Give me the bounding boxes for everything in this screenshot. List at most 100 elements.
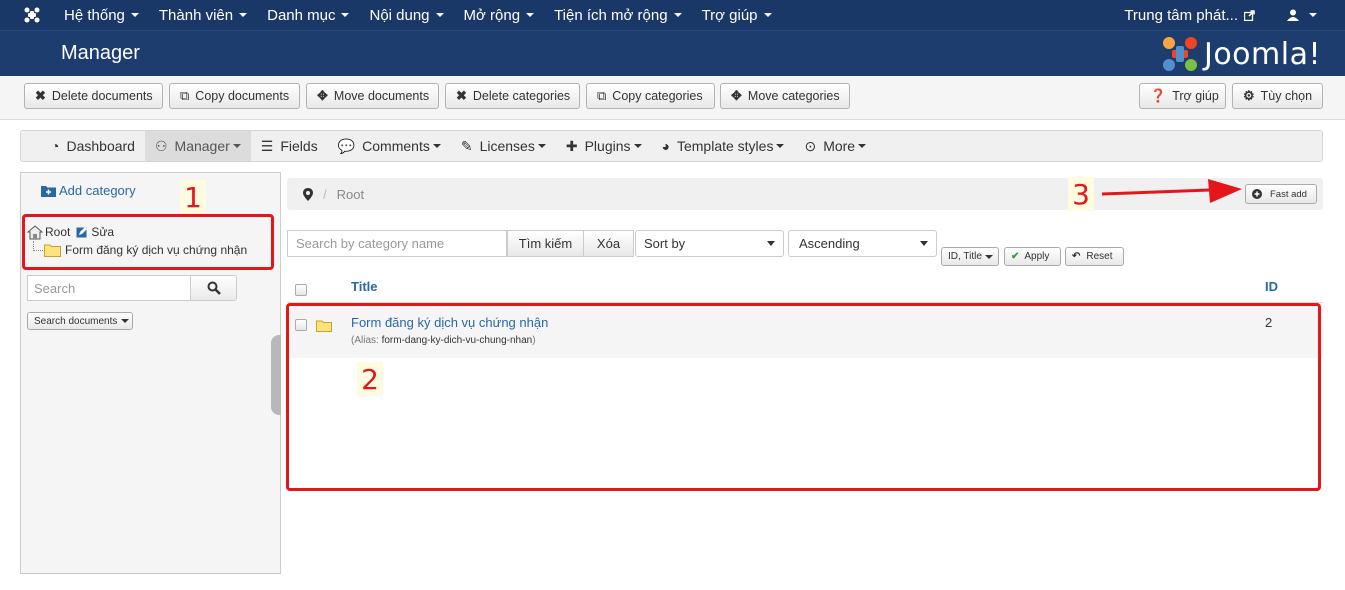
- annotation-number-2: 2: [357, 362, 383, 396]
- chevron-down-icon: [1309, 13, 1317, 17]
- menu-noi-dung[interactable]: Nội dung: [359, 0, 453, 30]
- joomla-brand-icon: [1162, 37, 1197, 71]
- copy-categories-button[interactable]: ⧉ Copy categories: [586, 83, 715, 109]
- tab-more[interactable]: ⊙ More: [794, 131, 876, 161]
- move-categories-button[interactable]: ✥ Move categories: [720, 83, 850, 109]
- chevron-down-icon: [673, 13, 682, 17]
- chevron-down-icon: [763, 13, 772, 17]
- sort-by-select[interactable]: Sort by: [635, 230, 784, 257]
- page-header: Manager Joomla!: [0, 30, 1345, 76]
- move-icon: ✥: [317, 88, 328, 103]
- component-subnav: ◔ Dashboard ⚇ Manager ☰ Fields 💬 Comments ✎ L…: [20, 130, 1323, 162]
- tab-dashboard[interactable]: ◔ Dashboard: [41, 131, 145, 161]
- toolbar: ✖ Delete documents ⧉ Copy documents ✥ Move …: [0, 76, 1345, 120]
- chevron-down-icon: [858, 144, 867, 148]
- copy-icon: ⧉: [597, 88, 607, 103]
- menu-he-thong[interactable]: Hệ thống: [54, 0, 149, 30]
- chevron-down-icon: [920, 241, 928, 246]
- user-icon: [1287, 9, 1299, 21]
- clear-button[interactable]: Xóa: [583, 230, 634, 257]
- list-icon: ☰: [260, 137, 274, 154]
- tab-comments[interactable]: 💬 Comments: [328, 131, 451, 161]
- copy-documents-button[interactable]: ⧉ Copy documents: [169, 83, 300, 109]
- undo-icon: ↶: [1072, 251, 1081, 262]
- page-title: Manager: [61, 42, 140, 64]
- x-icon: ✖: [35, 88, 46, 103]
- chevron-down-icon: [767, 241, 775, 246]
- palette-icon: ◕: [661, 138, 670, 154]
- select-all-checkbox[interactable]: [295, 284, 307, 296]
- copy-icon: ⧉: [180, 88, 190, 103]
- reset-button[interactable]: ↶ Reset: [1065, 247, 1124, 266]
- comments-icon: 💬: [337, 137, 356, 154]
- joomla-logo-icon[interactable]: [10, 0, 54, 30]
- map-marker-icon: [303, 187, 313, 201]
- folder-plus-icon: [41, 185, 56, 197]
- x-icon: ✖: [456, 88, 467, 103]
- annotation-number-3: 3: [1068, 177, 1094, 211]
- delete-categories-button[interactable]: ✖ Delete categories: [445, 83, 580, 109]
- sidebar-search-input[interactable]: Search: [27, 275, 191, 301]
- breadcrumb-separator: /: [323, 186, 327, 202]
- columns-dropdown[interactable]: ID, Title: [941, 247, 999, 266]
- fast-add-button[interactable]: Fast add: [1245, 184, 1317, 204]
- column-header-title[interactable]: Title: [351, 279, 378, 294]
- plus-circle-icon: [1252, 189, 1262, 199]
- move-documents-button[interactable]: ✥ Move documents: [306, 83, 439, 109]
- chevron-down-icon: [432, 144, 441, 148]
- external-link-icon: [1244, 9, 1255, 21]
- check-icon: ✔: [1011, 251, 1020, 262]
- tab-manager[interactable]: ⚇ Manager: [144, 131, 251, 161]
- chevron-down-icon: [239, 13, 248, 17]
- options-button[interactable]: ⚙ Tùy chọn: [1232, 83, 1323, 109]
- move-icon: ✥: [731, 88, 742, 103]
- search-icon: [207, 281, 221, 295]
- top-navbar: Hệ thống Thành viên Danh mục Nội dung Mở…: [0, 0, 1345, 30]
- annotation-box-2: [286, 303, 1321, 491]
- menu-tro-giup[interactable]: Trợ giúp: [692, 0, 782, 30]
- annotation-number-1: 1: [180, 180, 206, 214]
- tab-template-styles[interactable]: ◕ Template styles: [652, 131, 795, 161]
- gear-icon: ⚙: [1243, 88, 1255, 103]
- sidebar-splitter-handle[interactable]: [271, 335, 281, 415]
- chevron-down-icon: [130, 13, 139, 17]
- breadcrumb-root[interactable]: Root: [337, 187, 364, 202]
- pencil-icon: ✎: [460, 137, 473, 154]
- chevron-down-icon: [341, 13, 350, 17]
- annotation-box-1: [22, 214, 274, 270]
- menu-thanh-vien[interactable]: Thành viên: [149, 0, 257, 30]
- menu-mo-rong[interactable]: Mở rộng: [454, 0, 545, 30]
- apply-button[interactable]: ✔ Apply: [1004, 247, 1061, 266]
- delete-documents-button[interactable]: ✖ Delete documents: [24, 83, 163, 109]
- chevron-down-icon: [776, 144, 785, 148]
- question-icon: ❓: [1150, 88, 1167, 103]
- column-header-id[interactable]: ID: [1265, 279, 1278, 294]
- chevron-down-icon: [435, 13, 444, 17]
- tab-licenses[interactable]: ✎ Licenses: [451, 131, 556, 161]
- site-link[interactable]: Trung tâm phát...: [1114, 0, 1265, 30]
- sitemap-icon: ⚇: [154, 137, 168, 154]
- dashboard-icon: ◔: [51, 138, 60, 154]
- menu-tien-ich[interactable]: Tiện ích mở rộng: [544, 0, 692, 30]
- chevron-down-icon: [633, 144, 642, 148]
- sidebar-search-button[interactable]: [190, 275, 237, 301]
- puzzle-icon: ✚: [565, 137, 578, 154]
- search-button[interactable]: Tìm kiếm: [507, 230, 584, 257]
- menu-danh-muc[interactable]: Danh mục: [257, 0, 359, 30]
- ellipsis-circle-icon: ⊙: [804, 137, 817, 154]
- order-select[interactable]: Ascending: [788, 230, 937, 257]
- chevron-down-icon: [121, 319, 130, 323]
- category-search-input[interactable]: Search by category name: [287, 230, 507, 257]
- help-button[interactable]: ❓ Trợ giúp: [1139, 83, 1226, 109]
- tab-fields[interactable]: ☰ Fields: [251, 131, 328, 161]
- joomla-brand: Joomla!: [1160, 35, 1321, 73]
- annotation-arrow: [1101, 179, 1242, 203]
- chevron-down-icon: [537, 144, 546, 148]
- tab-plugins[interactable]: ✚ Plugins: [556, 131, 652, 161]
- chevron-down-icon: [984, 254, 993, 259]
- chevron-down-icon: [526, 13, 535, 17]
- chevron-down-icon: [232, 144, 241, 148]
- user-menu[interactable]: [1265, 0, 1327, 30]
- search-documents-button[interactable]: Search documents: [27, 312, 133, 330]
- add-category-link[interactable]: Add category: [41, 183, 136, 198]
